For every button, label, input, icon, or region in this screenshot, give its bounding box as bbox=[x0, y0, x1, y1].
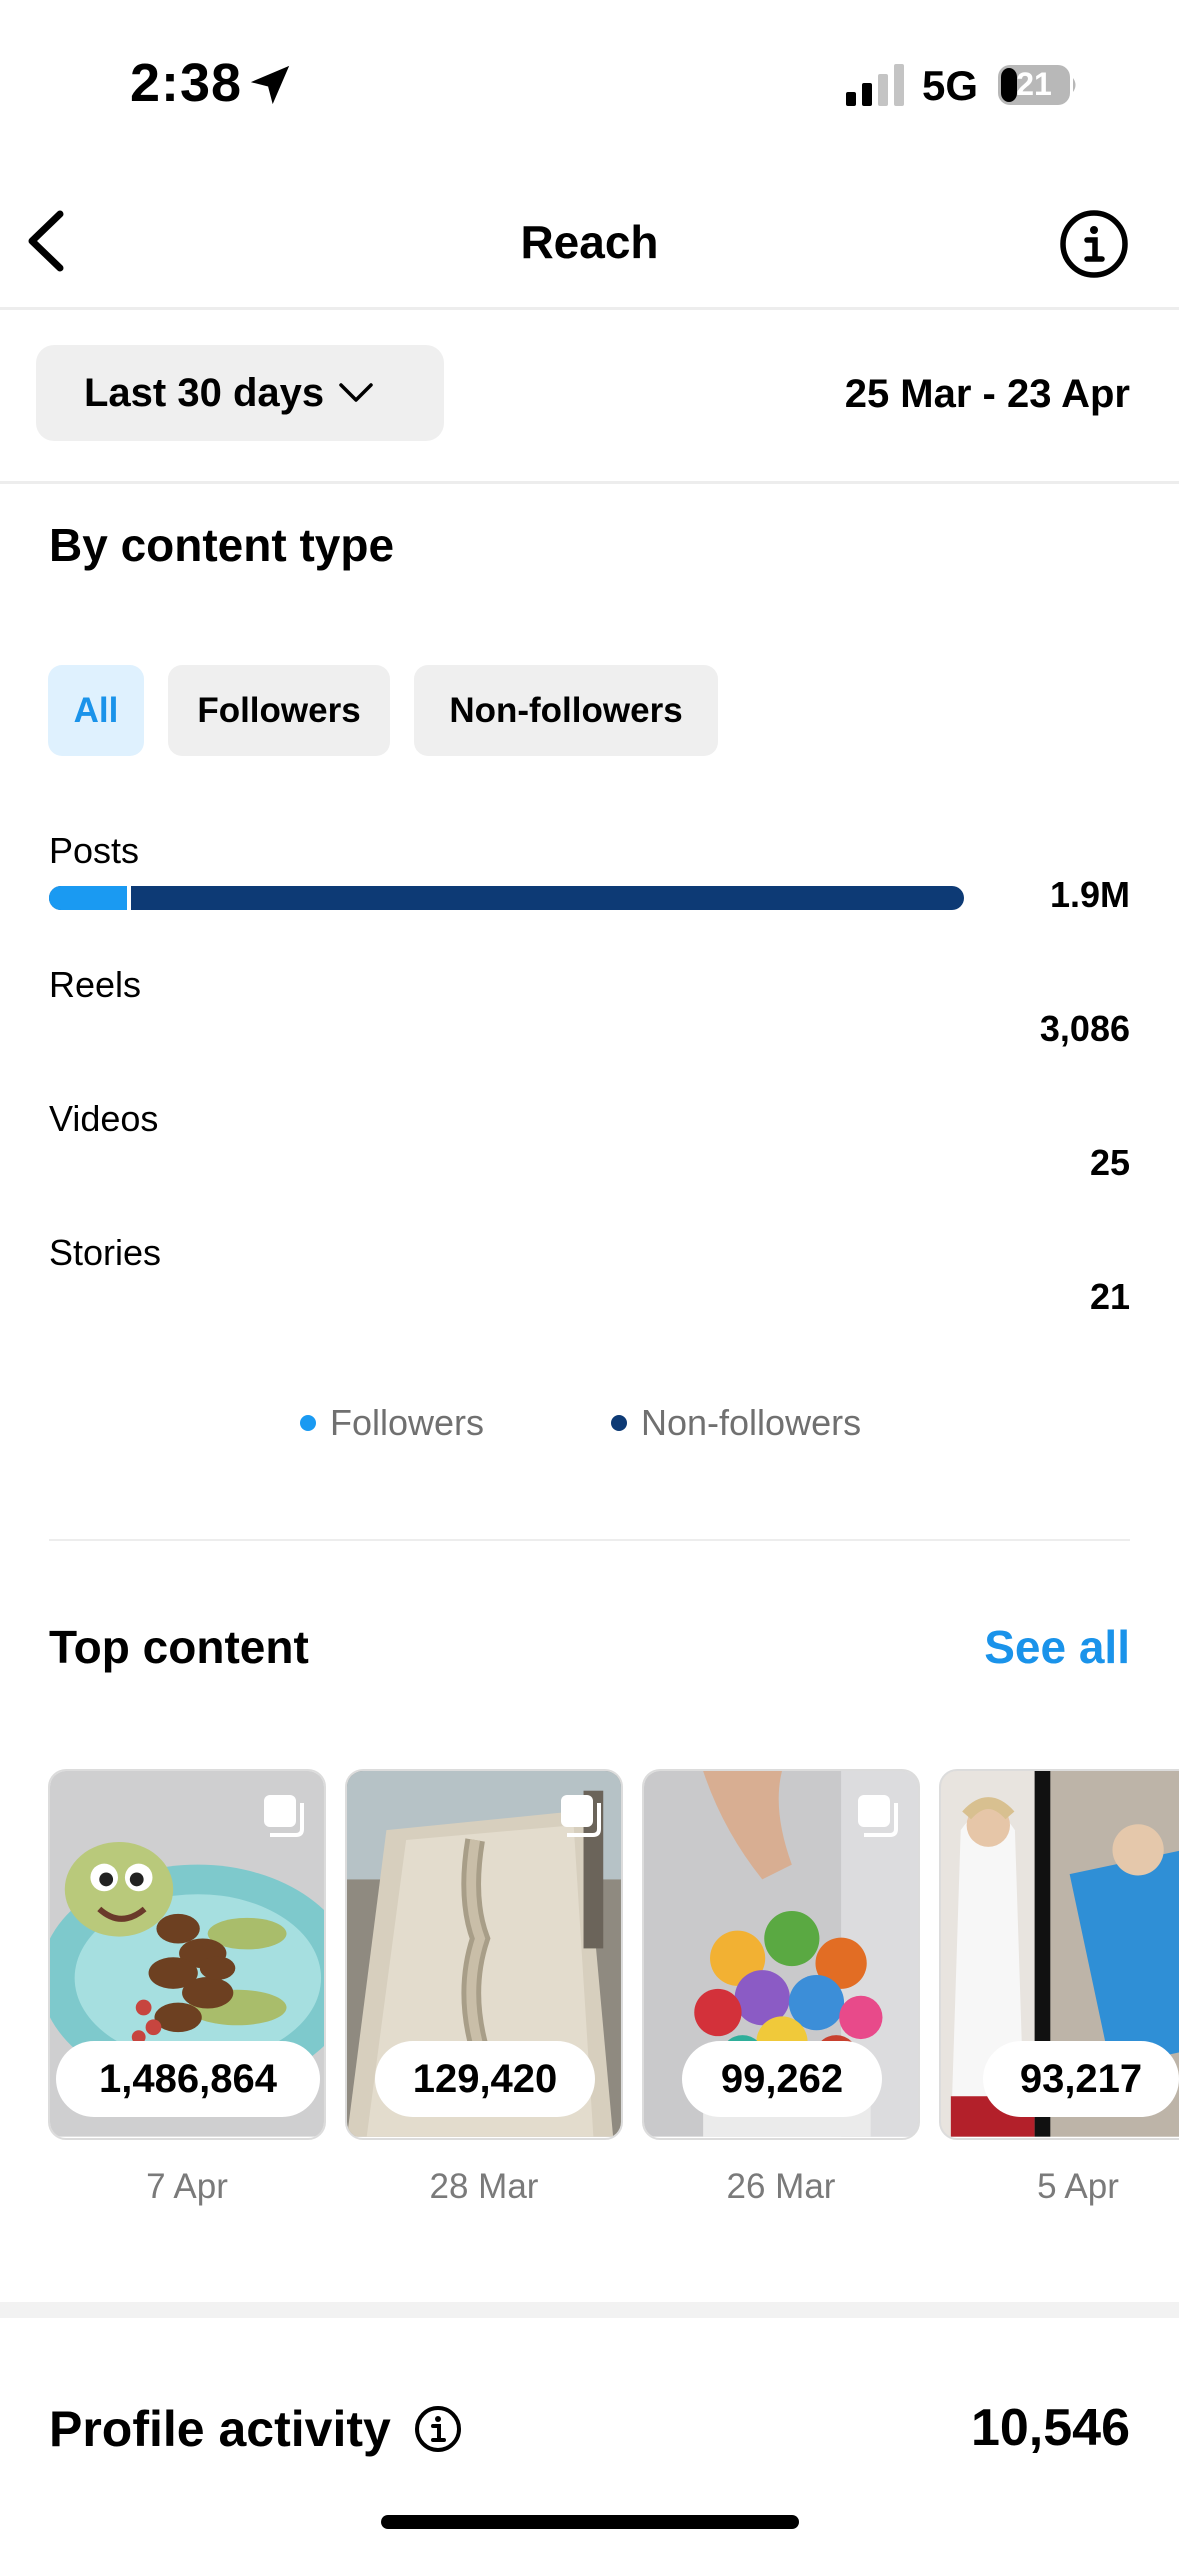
top-content-item-2[interactable]: 129,420 bbox=[345, 1769, 623, 2140]
date-range-label: Last 30 days bbox=[84, 370, 325, 415]
tab-all[interactable]: All bbox=[48, 665, 144, 756]
row-label-reels: Reels bbox=[49, 964, 142, 1005]
row-value-stories: 21 bbox=[1089, 1276, 1130, 1317]
reach-count-pill: 99,262 bbox=[682, 2041, 882, 2117]
reach-count-pill: 129,420 bbox=[375, 2041, 595, 2117]
section-title-top-content: Top content bbox=[49, 1621, 309, 1673]
top-content-item-1[interactable]: 1,486,864 bbox=[48, 1769, 326, 2140]
profile-activity-info-icon[interactable] bbox=[413, 2404, 463, 2454]
row-label-posts: Posts bbox=[49, 830, 140, 871]
tab-followers[interactable]: Followers bbox=[168, 665, 390, 756]
nav-divider bbox=[0, 307, 1179, 310]
top-content-item-4[interactable]: 93,217 bbox=[939, 1769, 1179, 2140]
chevron-down-icon bbox=[339, 383, 373, 402]
page-title: Reach bbox=[520, 216, 659, 268]
legend-dot-non-followers bbox=[611, 1415, 627, 1431]
carousel-icon bbox=[858, 1795, 898, 1837]
top-content-date-1: 7 Apr bbox=[146, 2167, 228, 2206]
signal-strength-icon bbox=[846, 64, 904, 106]
posts-followers-fill bbox=[49, 886, 132, 910]
top-content-item-3[interactable]: 99,262 bbox=[642, 1769, 920, 2140]
section-divider bbox=[49, 1539, 1130, 1541]
reach-count-pill: 93,217 bbox=[983, 2041, 1179, 2117]
location-arrow-icon bbox=[250, 65, 290, 105]
date-range-text: 25 Mar - 23 Apr bbox=[844, 372, 1130, 416]
row-value-reels: 3,086 bbox=[1039, 1008, 1130, 1049]
section-title-content-type: By content type bbox=[49, 519, 395, 571]
posts-reach-bar bbox=[49, 886, 964, 910]
legend-non-followers: Non-followers bbox=[611, 1402, 861, 1444]
date-range-selector[interactable]: Last 30 days bbox=[36, 345, 444, 441]
see-all-link[interactable]: See all bbox=[984, 1620, 1130, 1674]
section-title-profile-activity: Profile activity bbox=[49, 2401, 391, 2457]
legend-followers: Followers bbox=[300, 1402, 484, 1444]
range-divider bbox=[0, 481, 1179, 484]
row-label-stories: Stories bbox=[49, 1232, 162, 1273]
top-content-date-3: 26 Mar bbox=[726, 2167, 836, 2206]
row-label-videos: Videos bbox=[49, 1098, 159, 1139]
top-content-date-4: 5 Apr bbox=[1037, 2167, 1119, 2206]
profile-activity-value: 10,546 bbox=[970, 2399, 1130, 2457]
info-icon bbox=[1060, 210, 1128, 278]
row-value-videos: 25 bbox=[1089, 1142, 1130, 1183]
status-time: 2:38 bbox=[130, 53, 243, 113]
carousel-icon bbox=[264, 1795, 304, 1837]
top-content-date-2: 28 Mar bbox=[429, 2167, 539, 2206]
carousel-icon bbox=[561, 1795, 601, 1837]
reach-count-pill: 1,486,864 bbox=[56, 2041, 320, 2117]
legend-label-non-followers: Non-followers bbox=[641, 1402, 862, 1443]
tab-non-followers[interactable]: Non-followers bbox=[414, 665, 718, 756]
network-type: 5G bbox=[922, 62, 979, 109]
legend-label-followers: Followers bbox=[330, 1402, 485, 1443]
battery-level: 21 bbox=[1016, 66, 1052, 102]
home-indicator bbox=[381, 2515, 799, 2529]
battery-icon: 21 bbox=[997, 64, 1079, 106]
section-separator-band bbox=[0, 2302, 1179, 2318]
row-value-posts: 1.9M bbox=[1049, 874, 1130, 915]
legend-dot-followers bbox=[300, 1415, 316, 1431]
info-button[interactable] bbox=[1058, 208, 1130, 280]
